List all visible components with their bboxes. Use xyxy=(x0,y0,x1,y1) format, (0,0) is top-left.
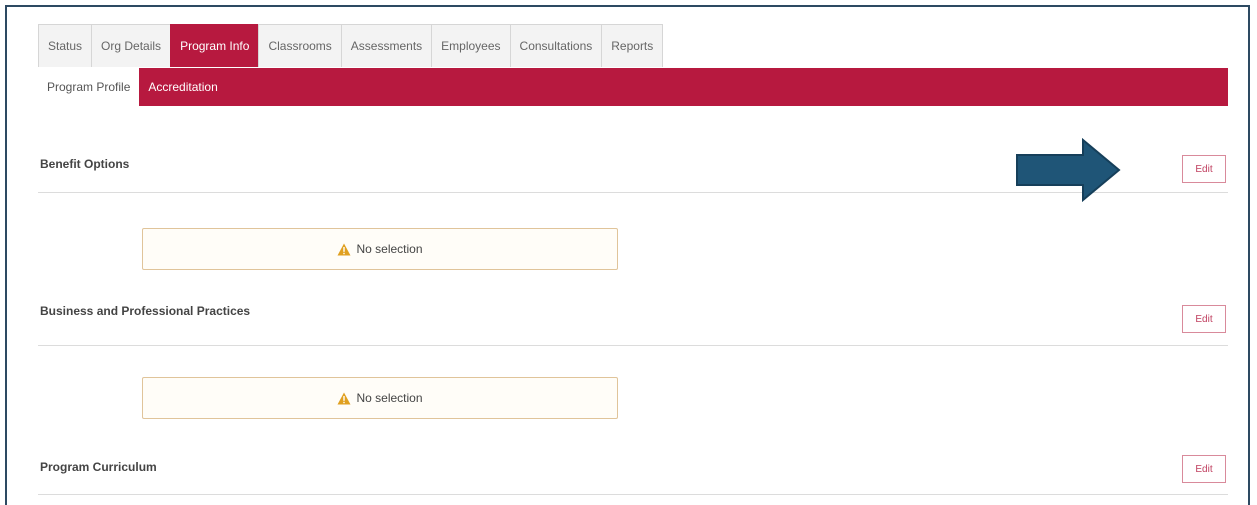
no-selection-notice-benefit-options: No selection xyxy=(142,228,618,270)
tab-classrooms[interactable]: Classrooms xyxy=(258,24,342,67)
tab-reports[interactable]: Reports xyxy=(601,24,664,67)
tab-org-details[interactable]: Org Details xyxy=(91,24,172,67)
warning-icon xyxy=(337,392,351,404)
edit-button-business-practices[interactable]: Edit xyxy=(1182,305,1226,333)
tab-employees[interactable]: Employees xyxy=(431,24,511,67)
warning-icon xyxy=(337,243,351,255)
tab-program-info[interactable]: Program Info xyxy=(170,24,260,67)
section-title-business-practices: Business and Professional Practices xyxy=(40,304,251,318)
no-selection-text: No selection xyxy=(356,391,423,405)
tab-status[interactable]: Status xyxy=(38,24,93,67)
tab-consultations[interactable]: Consultations xyxy=(509,24,603,67)
section-divider xyxy=(38,494,1228,495)
tab-assessments[interactable]: Assessments xyxy=(340,24,433,67)
main-tabs: Status Org Details Program Info Classroo… xyxy=(38,24,664,69)
callout-arrow-icon xyxy=(1016,138,1121,202)
subtab-bar: Program Profile Accreditation xyxy=(38,68,1228,106)
edit-button-benefit-options[interactable]: Edit xyxy=(1182,155,1226,183)
subtab-program-profile[interactable]: Program Profile xyxy=(38,68,140,106)
no-selection-notice-business-practices: No selection xyxy=(142,377,618,419)
section-title-benefit-options: Benefit Options xyxy=(40,157,130,171)
subtab-accreditation[interactable]: Accreditation xyxy=(139,68,226,106)
no-selection-text: No selection xyxy=(356,242,423,256)
section-divider xyxy=(38,345,1228,346)
edit-button-program-curriculum[interactable]: Edit xyxy=(1182,455,1226,483)
section-title-program-curriculum: Program Curriculum xyxy=(40,460,157,474)
